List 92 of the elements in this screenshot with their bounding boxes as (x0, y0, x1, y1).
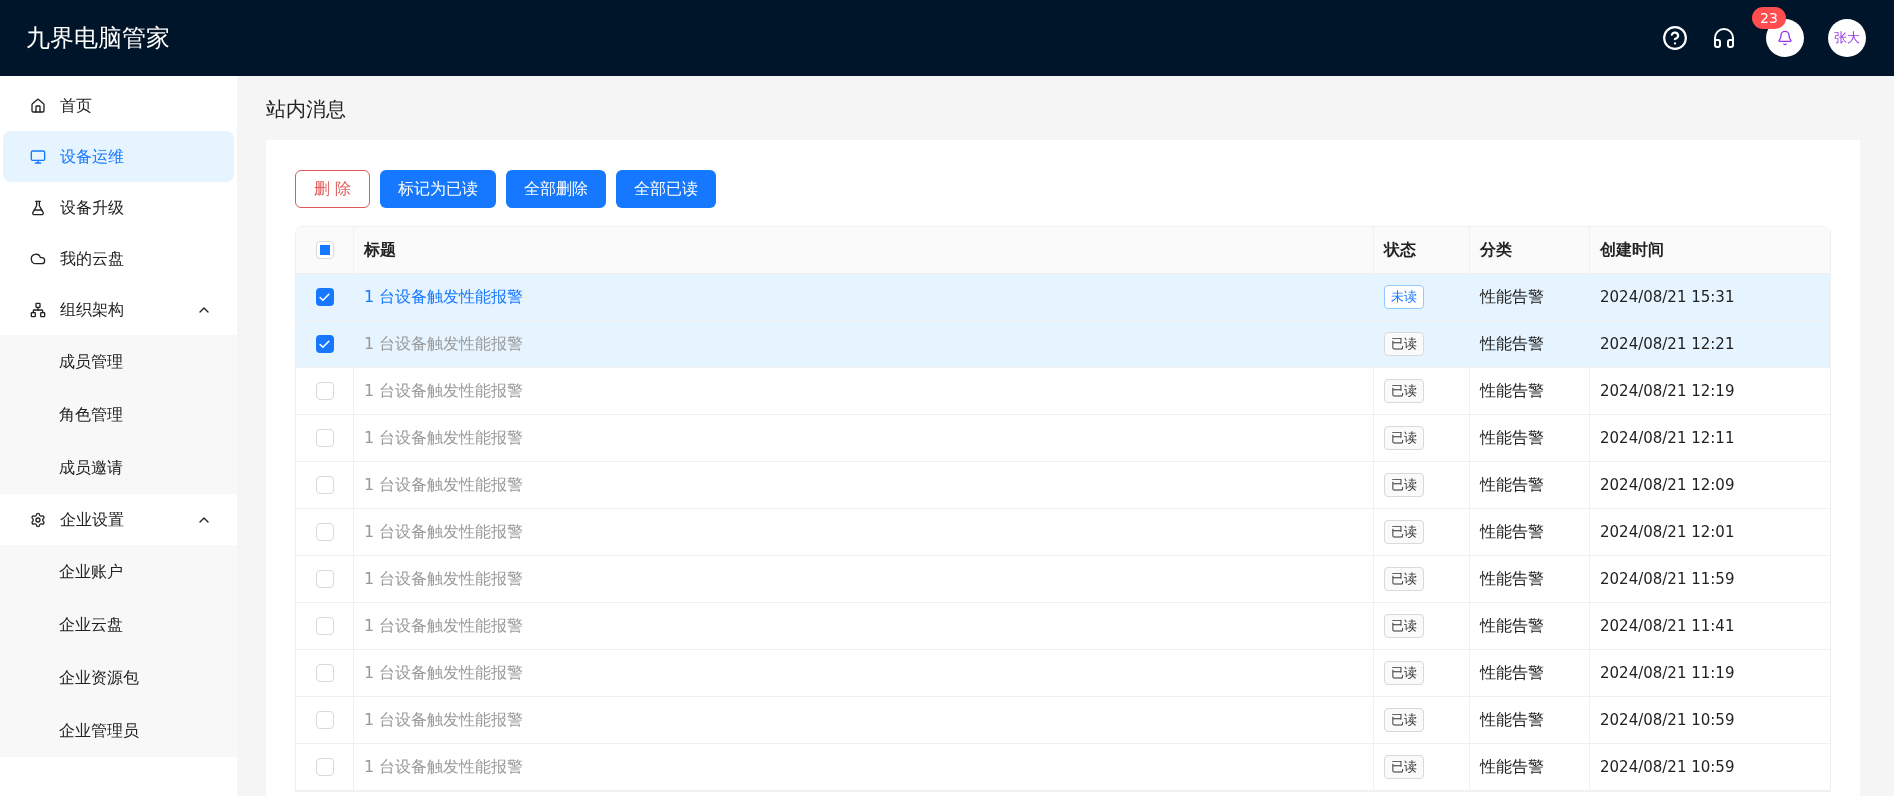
sidebar-item[interactable]: 组织架构 (3, 284, 234, 335)
select-all-checkbox[interactable] (315, 241, 334, 259)
help-icon[interactable] (1662, 25, 1688, 51)
user-avatar[interactable]: 张大 (1828, 19, 1866, 57)
row-checkbox[interactable] (315, 617, 334, 635)
sidebar-subitem[interactable]: 成员邀请 (0, 441, 237, 494)
sidebar-item[interactable]: 我的云盘 (3, 233, 234, 284)
row-checkbox[interactable] (315, 476, 334, 494)
sidebar-item[interactable]: 首页 (3, 80, 234, 131)
monitor-icon (30, 148, 46, 165)
table-row[interactable]: 1 台设备触发性能报警 已读 性能告警 2024/08/21 11:41 (296, 603, 1830, 650)
category-text: 性能告警 (1480, 333, 1544, 355)
created-time: 2024/08/21 12:11 (1600, 427, 1735, 449)
category-text: 性能告警 (1480, 380, 1544, 402)
column-header: 创建时间 (1599, 239, 1665, 261)
action-button[interactable]: 全部删除 (506, 170, 607, 208)
home-icon (30, 97, 46, 114)
sidebar-subitem[interactable]: 企业资源包 (0, 651, 237, 704)
category-text: 性能告警 (1480, 615, 1544, 637)
category-text: 性能告警 (1480, 568, 1544, 590)
column-header: 状态 (1374, 227, 1470, 273)
created-time: 2024/08/21 12:21 (1600, 333, 1735, 355)
column-header: 标题 (354, 227, 1374, 273)
row-checkbox[interactable] (315, 758, 334, 776)
network-icon (30, 301, 46, 318)
table-row[interactable]: 1 台设备触发性能报警 已读 性能告警 2024/08/21 11:59 (296, 556, 1830, 603)
category-text: 性能告警 (1480, 474, 1544, 496)
row-checkbox[interactable] (315, 429, 334, 447)
category-text: 性能告警 (1480, 521, 1544, 543)
created-time: 2024/08/21 10:59 (1600, 756, 1735, 778)
sidebar-subitem[interactable]: 企业云盘 (0, 598, 237, 651)
status-tag: 已读 (1384, 567, 1424, 591)
category-text: 性能告警 (1480, 286, 1544, 308)
status-tag: 已读 (1384, 379, 1424, 403)
status-tag: 已读 (1384, 473, 1424, 497)
status-tag: 已读 (1384, 520, 1424, 544)
created-time: 2024/08/21 11:19 (1600, 662, 1735, 684)
message-title[interactable]: 1 台设备触发性能报警 (364, 285, 524, 309)
sidebar-subitem[interactable]: 角色管理 (0, 388, 237, 441)
table-row[interactable]: 1 台设备触发性能报警 已读 性能告警 2024/08/21 12:11 (296, 415, 1830, 462)
created-time: 2024/08/21 10:59 (1600, 709, 1735, 731)
page-title: 站内消息 (266, 96, 346, 123)
flask-icon (30, 199, 46, 216)
sidebar-subitem[interactable]: 企业账户 (0, 545, 237, 598)
table-row[interactable]: 1 台设备触发性能报警 已读 性能告警 2024/08/21 10:59 (296, 744, 1830, 791)
app-title: 九界电脑管家 (26, 23, 170, 54)
table-row[interactable]: 1 台设备触发性能报警 已读 性能告警 2024/08/21 12:01 (296, 509, 1830, 556)
row-checkbox[interactable] (315, 711, 334, 729)
created-time: 2024/08/21 11:59 (1600, 568, 1735, 590)
category-text: 性能告警 (1480, 427, 1544, 449)
row-checkbox[interactable] (315, 288, 334, 306)
row-checkbox[interactable] (315, 382, 334, 400)
action-button[interactable]: 标记为已读 (380, 170, 497, 208)
sidebar-item[interactable]: 设备升级 (3, 182, 234, 233)
settings-icon (30, 511, 46, 528)
row-checkbox[interactable] (315, 523, 334, 541)
created-time: 2024/08/21 11:41 (1600, 615, 1735, 637)
action-button[interactable]: 全部已读 (616, 170, 717, 208)
category-text: 性能告警 (1480, 756, 1544, 778)
category-text: 性能告警 (1480, 709, 1544, 731)
sidebar-item[interactable]: 企业设置 (3, 494, 234, 545)
created-time: 2024/08/21 15:31 (1600, 286, 1735, 308)
category-text: 性能告警 (1480, 662, 1544, 684)
row-checkbox[interactable] (315, 335, 334, 353)
table-row[interactable]: 1 台设备触发性能报警 未读 性能告警 2024/08/21 15:31 (296, 274, 1830, 321)
created-time: 2024/08/21 12:01 (1600, 521, 1735, 543)
status-tag: 已读 (1384, 755, 1424, 779)
status-tag: 已读 (1384, 708, 1424, 732)
table-row[interactable]: 1 台设备触发性能报警 已读 性能告警 2024/08/21 12:19 (296, 368, 1830, 415)
table-row[interactable]: 1 台设备触发性能报警 已读 性能告警 2024/08/21 10:59 (296, 697, 1830, 744)
delete-button[interactable]: 删 除 (295, 170, 371, 208)
table-row[interactable]: 1 台设备触发性能报警 已读 性能告警 2024/08/21 11:19 (296, 650, 1830, 697)
status-tag: 已读 (1384, 661, 1424, 685)
status-tag: 已读 (1384, 614, 1424, 638)
status-tag: 已读 (1384, 426, 1424, 450)
table-row[interactable]: 1 台设备触发性能报警 已读 性能告警 2024/08/21 12:09 (296, 462, 1830, 509)
status-tag: 已读 (1384, 332, 1424, 356)
headphones-icon[interactable] (1712, 26, 1736, 50)
sidebar-subitem[interactable]: 企业管理员 (0, 704, 237, 757)
notification-count: 23 (1752, 7, 1786, 29)
sidebar-subitem[interactable]: 成员管理 (0, 335, 237, 388)
row-checkbox[interactable] (315, 664, 334, 682)
created-time: 2024/08/21 12:19 (1600, 380, 1735, 402)
check-icon (318, 290, 331, 304)
column-header: 分类 (1470, 227, 1590, 273)
bell-icon (1777, 30, 1793, 46)
created-time: 2024/08/21 12:09 (1600, 474, 1735, 496)
status-tag: 未读 (1384, 285, 1424, 309)
table-row[interactable]: 1 台设备触发性能报警 已读 性能告警 2024/08/21 12:21 (296, 321, 1830, 368)
row-checkbox[interactable] (315, 570, 334, 588)
check-icon (318, 337, 331, 351)
sidebar-item[interactable]: 设备运维 (3, 131, 234, 182)
